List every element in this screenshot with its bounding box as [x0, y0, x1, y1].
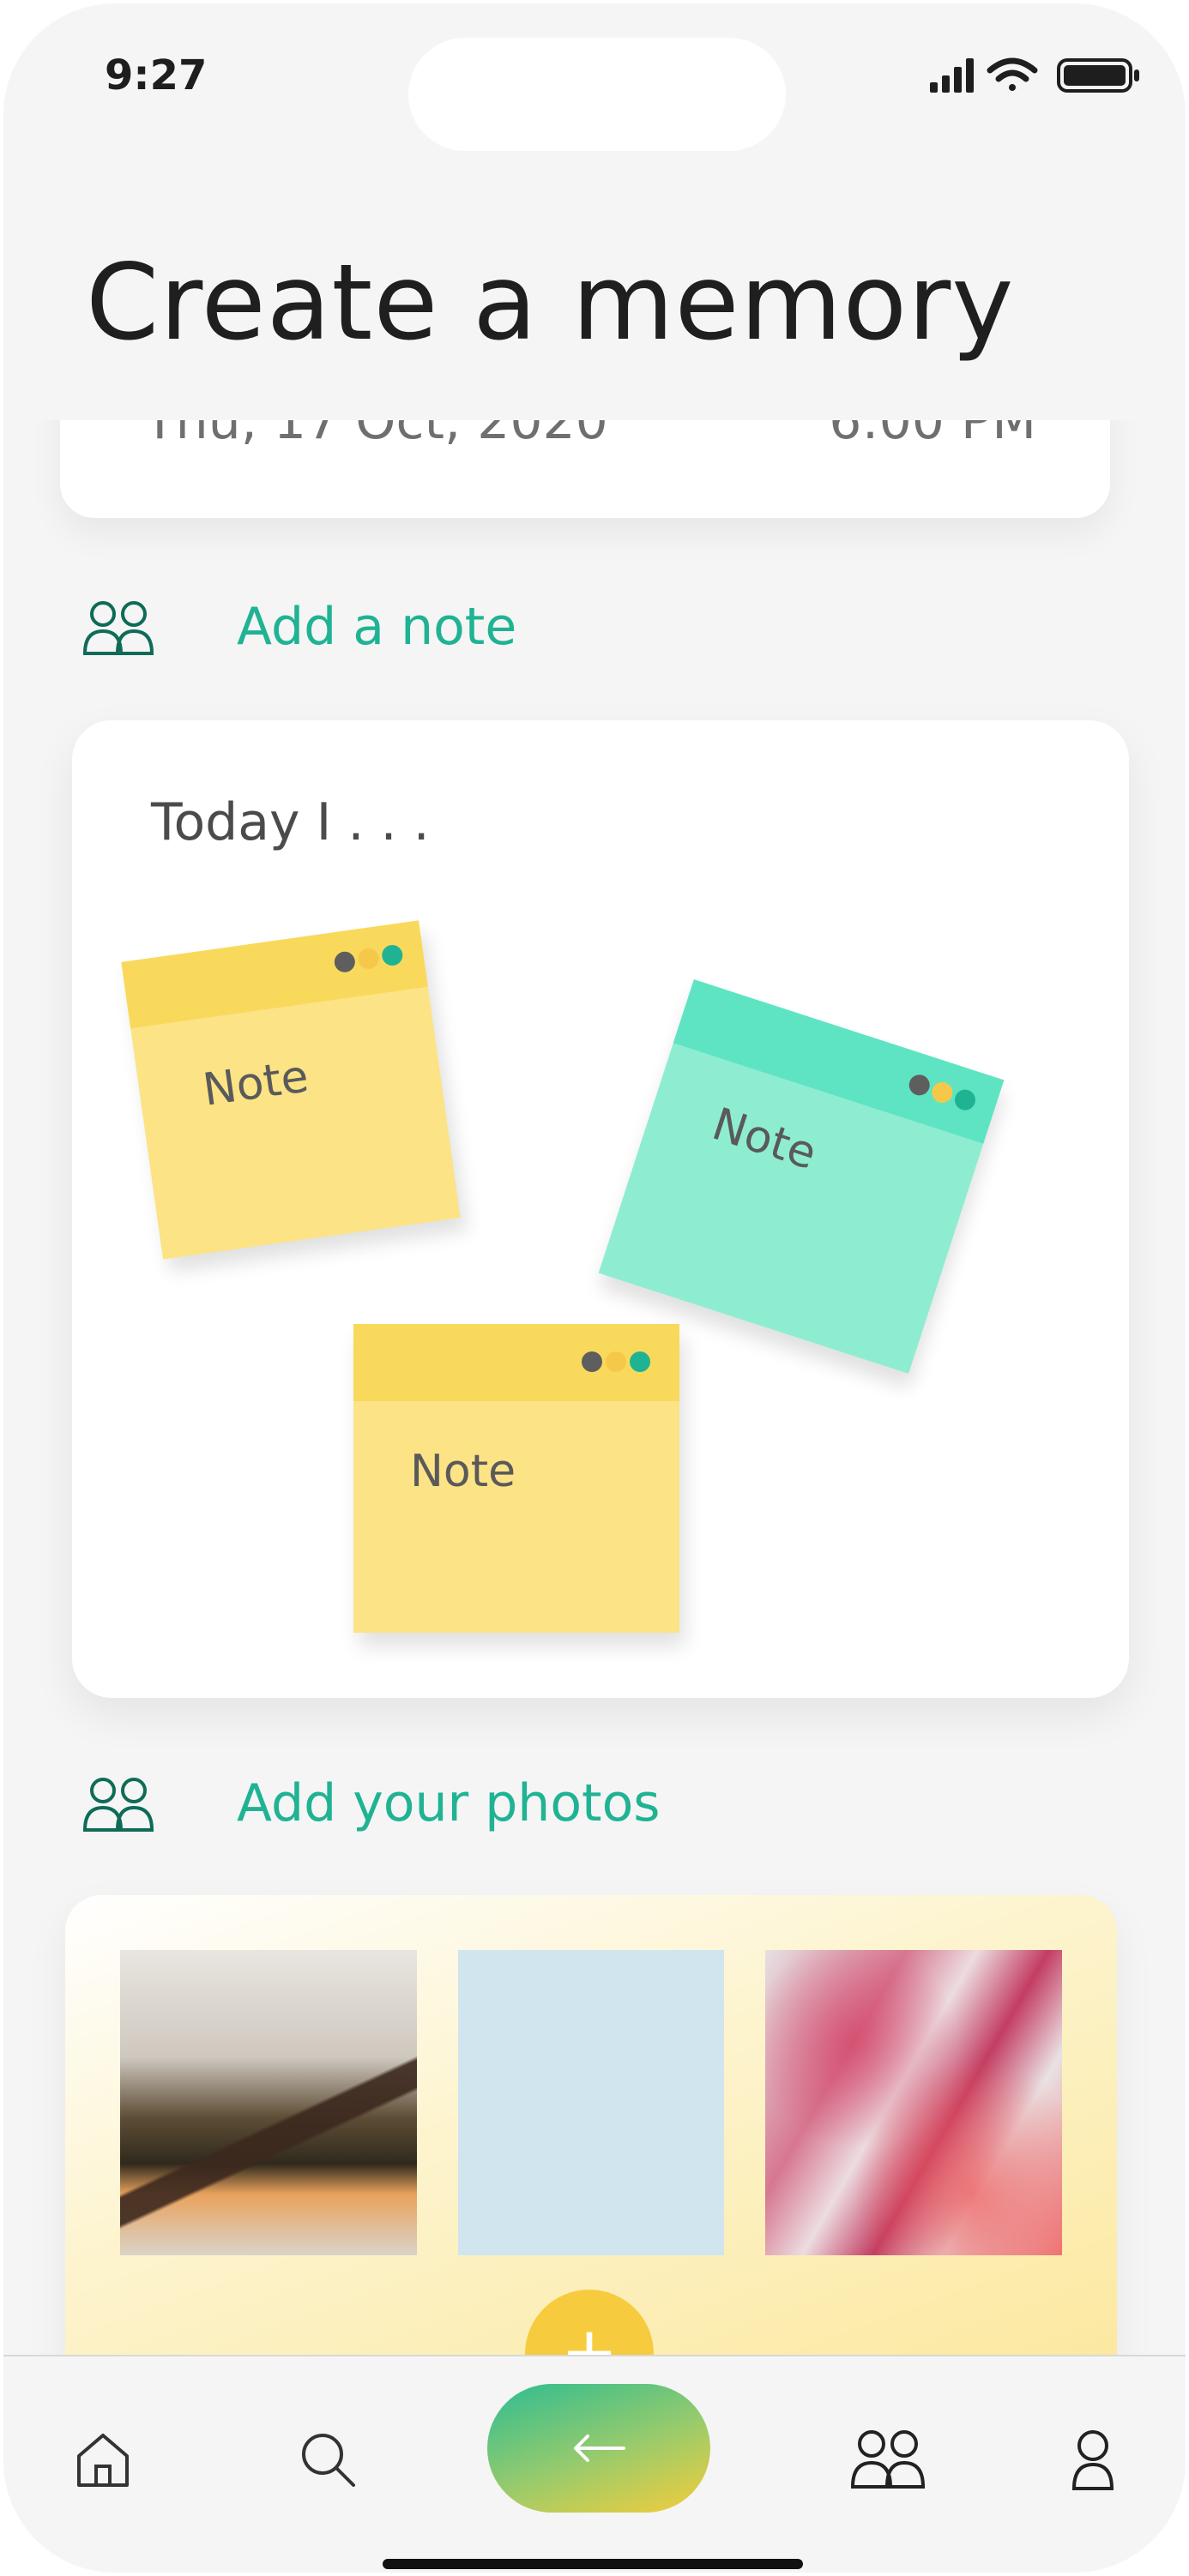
- profile-icon[interactable]: [1059, 2425, 1127, 2494]
- signal-icon: [930, 58, 974, 93]
- header: 9:27 Create a memory: [3, 3, 1186, 420]
- dot-green: [380, 943, 404, 967]
- add-note-label[interactable]: Add a note: [237, 597, 516, 657]
- add-photos-label[interactable]: Add your photos: [237, 1773, 661, 1833]
- sticky-note[interactable]: Note: [598, 979, 1005, 1374]
- status-time: 9:27: [105, 51, 208, 99]
- bottom-nav: [3, 2355, 1186, 2573]
- sticky-note[interactable]: Note: [353, 1324, 679, 1633]
- page-title: Create a memory: [86, 242, 1015, 364]
- sticky-note-label: Note: [706, 1098, 823, 1181]
- home-indicator: [383, 2559, 803, 2569]
- photo-hands[interactable]: [120, 1950, 417, 2255]
- dynamic-island: [408, 38, 786, 151]
- note-prompt: Today I . . .: [151, 792, 430, 852]
- sticky-note-label: Note: [410, 1446, 516, 1497]
- battery-icon: [1057, 58, 1139, 93]
- wifi-icon: [987, 57, 1038, 91]
- dot-yellow: [606, 1351, 626, 1372]
- sticky-note[interactable]: Note: [121, 920, 461, 1260]
- photo-placeholder[interactable]: [458, 1950, 724, 2255]
- back-arrow-icon: [574, 2435, 625, 2462]
- dot-gray: [582, 1351, 602, 1372]
- people-icon: [82, 601, 154, 655]
- home-icon[interactable]: [69, 2425, 137, 2494]
- photo-gallery: +: [65, 1895, 1117, 2427]
- phone-screen: Thu, 17 Oct, 2020 6:00 PM 9:27 Create a …: [3, 3, 1186, 2573]
- add-note-header[interactable]: Add a note: [82, 588, 516, 665]
- back-button[interactable]: [487, 2384, 710, 2513]
- dot-yellow: [357, 947, 381, 971]
- photo-marble[interactable]: [765, 1950, 1062, 2255]
- dot-gray: [333, 950, 357, 974]
- sticky-note-label: Note: [199, 1050, 312, 1116]
- add-photos-header[interactable]: Add your photos: [82, 1765, 661, 1842]
- people-icon[interactable]: [849, 2425, 928, 2494]
- note-board[interactable]: Today I . . . Note Note Note: [72, 720, 1129, 1698]
- dot-green: [630, 1351, 650, 1372]
- status-icons: [930, 57, 1139, 93]
- people-icon: [82, 1778, 154, 1832]
- search-icon[interactable]: [293, 2425, 362, 2494]
